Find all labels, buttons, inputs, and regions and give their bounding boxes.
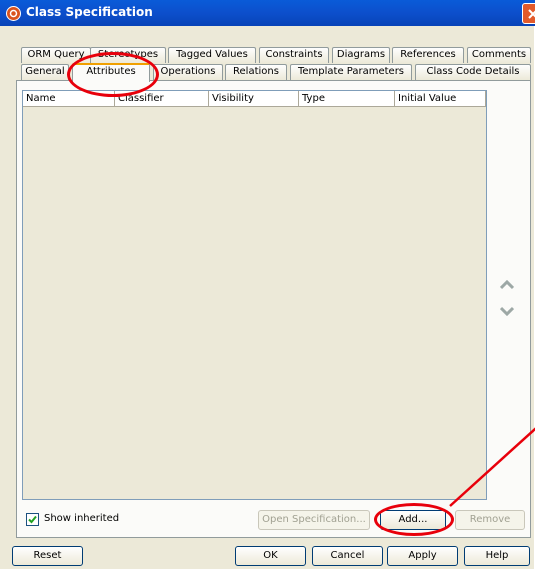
open-specification-button[interactable]: Open Specification... [258, 510, 370, 530]
close-icon[interactable] [522, 3, 535, 24]
tab-label: ORM Query [27, 49, 85, 60]
tab-operations[interactable]: Operations [153, 64, 223, 80]
tab-comments[interactable]: Comments [467, 47, 531, 63]
tab-label: Tagged Values [176, 49, 248, 60]
tab-label: Relations [233, 66, 279, 77]
tab-diagrams[interactable]: Diagrams [332, 47, 390, 63]
add-button[interactable]: Add... [380, 510, 446, 530]
window-title: Class Specification [26, 5, 153, 19]
tab-template-parameters[interactable]: Template Parameters [290, 64, 412, 80]
tab-label: Operations [160, 66, 216, 77]
column-header-initial-value[interactable]: Initial Value [395, 91, 486, 107]
cancel-button[interactable]: Cancel [312, 546, 383, 566]
tab-general[interactable]: General [21, 64, 69, 80]
ok-button[interactable]: OK [235, 546, 306, 566]
tab-label: Constraints [265, 49, 323, 60]
move-up-icon[interactable] [500, 280, 514, 290]
show-inherited-checkbox[interactable] [26, 513, 39, 526]
title-bar: Class Specification [0, 0, 535, 26]
tab-label: Attributes [86, 66, 136, 77]
column-header-classifier[interactable]: Classifier [115, 91, 209, 107]
checkmark-icon [28, 515, 37, 524]
tab-label: Template Parameters [297, 66, 405, 77]
attributes-table[interactable]: Name Classifier Visibility Type Initial … [22, 90, 487, 500]
tab-label: References [400, 49, 456, 60]
column-header-type[interactable]: Type [299, 91, 395, 107]
remove-button[interactable]: Remove [455, 510, 525, 530]
tab-relations[interactable]: Relations [225, 64, 287, 80]
app-logo-icon [6, 6, 21, 21]
reset-button[interactable]: Reset [12, 546, 83, 566]
tab-references[interactable]: References [392, 47, 464, 63]
help-button[interactable]: Help [464, 546, 530, 566]
tab-stereotypes[interactable]: Stereotypes [90, 47, 166, 63]
tab-label: Class Code Details [426, 66, 520, 77]
tab-label: General [25, 66, 65, 77]
tab-constraints[interactable]: Constraints [259, 47, 329, 63]
move-down-icon[interactable] [500, 306, 514, 316]
tab-attributes[interactable]: Attributes [72, 63, 150, 82]
apply-button[interactable]: Apply [387, 546, 458, 566]
tab-label: Stereotypes [97, 49, 159, 60]
tab-orm-query[interactable]: ORM Query [21, 47, 91, 63]
column-header-visibility[interactable]: Visibility [209, 91, 299, 107]
show-inherited-label: Show inherited [44, 513, 120, 524]
tab-label: Diagrams [336, 49, 386, 60]
tab-label: Comments [471, 49, 527, 60]
tab-tagged-values[interactable]: Tagged Values [168, 47, 256, 63]
tab-class-code-details[interactable]: Class Code Details [415, 64, 531, 80]
column-header-name[interactable]: Name [23, 91, 115, 107]
class-specification-dialog: Class Specification ORM Query Stereotype… [0, 0, 535, 569]
